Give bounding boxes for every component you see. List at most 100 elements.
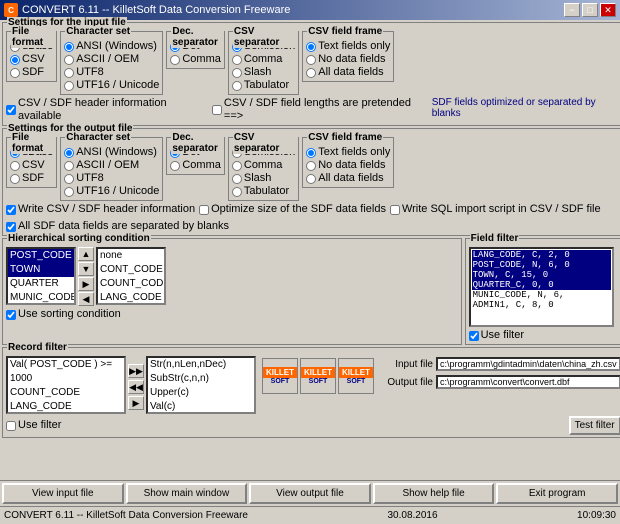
sort-list-item[interactable]: LANG_CODE [98, 291, 164, 305]
output-charset-utf16-radio[interactable] [64, 187, 74, 197]
output-charset-utf8-radio[interactable] [64, 174, 74, 184]
output-format-csv-radio[interactable] [10, 161, 20, 171]
output-sql-checkbox[interactable] [390, 205, 400, 215]
input-csvsep-tab-radio[interactable] [232, 81, 242, 91]
input-csvframe-text-radio[interactable] [306, 42, 316, 52]
output-header-checkbox[interactable] [6, 205, 16, 215]
use-record-filter-checkbox[interactable] [6, 421, 16, 431]
output-csvsep-tab-radio[interactable] [232, 187, 242, 197]
input-csvsep-slash-radio[interactable] [232, 68, 242, 78]
use-field-filter-text: Use filter [481, 329, 524, 342]
input-header-check-label[interactable]: CSV / SDF header information available [6, 97, 206, 123]
input-fieldlen-checkbox[interactable] [212, 105, 222, 115]
output-charset-label: Character set [65, 132, 131, 143]
use-sorting-checkbox[interactable] [6, 310, 16, 320]
status-bar: CONVERT 6.11 -- KilletSoft Data Conversi… [0, 506, 620, 524]
input-charset-utf16-label: UTF16 / Unicode [76, 79, 159, 92]
input-charset-utf8-radio[interactable] [64, 68, 74, 78]
input-format-sdf-radio[interactable] [10, 68, 20, 78]
record-filter-right-list[interactable]: Str(n,nLen,nDec) SubStr(c,n,n) Upper(c) … [146, 356, 256, 414]
output-csvsep-slash-radio[interactable] [232, 174, 242, 184]
field-filter-group: Field filter LANG_CODE, C, 2, 0 POST_COD… [465, 238, 620, 345]
close-button[interactable]: ✕ [600, 3, 616, 17]
sorting-label: Hierarchical sorting condition [7, 233, 151, 244]
output-csvsep-comma-radio[interactable] [232, 161, 242, 171]
output-file-value: c:\programm\convert\convert.dbf [436, 375, 620, 389]
input-decsep-label: Dec. separator [171, 26, 224, 48]
input-header-checkbox[interactable] [6, 105, 16, 115]
output-sql-check-label[interactable]: Write SQL import script in CSV / SDF fil… [390, 203, 601, 216]
record-filter-func-item[interactable]: Val(c) [148, 400, 254, 414]
input-charset-label: Character set [65, 26, 131, 37]
minimize-button[interactable]: − [564, 3, 580, 17]
output-csvframe-all-radio[interactable] [306, 174, 316, 184]
sorting-group: Hierarchical sorting condition POST_CODE… [2, 238, 462, 345]
sort-down-arrow[interactable]: ▼ [78, 262, 94, 276]
input-charset-utf16-radio[interactable] [64, 81, 74, 91]
sort-up-arrow[interactable]: ▲ [78, 247, 94, 261]
output-charset-ansi-radio[interactable] [64, 148, 74, 158]
output-csvsep-comma-label: Comma [244, 159, 283, 172]
sort-list-item[interactable]: CONT_CODE [98, 263, 164, 277]
input-csvframe-no-label: No data fields [318, 53, 385, 66]
sort-left-list[interactable]: POST_CODE TOWN QUARTER MUNIC_CODE [6, 247, 76, 305]
output-format-sdf-radio[interactable] [10, 174, 20, 184]
output-csvframe-all-label: All data fields [318, 172, 383, 185]
input-decsep-comma-radio[interactable] [170, 55, 180, 65]
output-decsep-group: Dec. separator Dot Comma [166, 137, 225, 175]
input-csvframe-no-radio[interactable] [306, 55, 316, 65]
input-csvframe-all-radio[interactable] [306, 68, 316, 78]
output-settings-group: Settings for the output file File format… [2, 128, 620, 236]
record-filter-left-list[interactable]: Val( POST_CODE ) >= 1000 COUNT_CODE LANG… [6, 356, 126, 414]
output-charset-ascii-radio[interactable] [64, 161, 74, 171]
record-filter-func-item[interactable]: Upper(c) [148, 386, 254, 400]
field-filter-content[interactable]: LANG_CODE, C, 2, 0 POST_CODE, N, 6, 0 TO… [469, 247, 614, 327]
record-filter-func-item[interactable]: SubStr(c,n,n) [148, 372, 254, 386]
output-csvframe-text-radio[interactable] [306, 148, 316, 158]
output-header-check-label[interactable]: Write CSV / SDF header information [6, 203, 195, 216]
output-allsdf-checkbox[interactable] [6, 222, 16, 232]
sort-left-arrow[interactable]: ◀ [78, 292, 94, 306]
input-csvframe-text-label: Text fields only [318, 40, 390, 53]
output-optimize-checkbox[interactable] [199, 205, 209, 215]
record-filter-item[interactable]: Val( POST_CODE ) >= 1000 [8, 358, 124, 386]
input-csvsep-tab-label: Tabulator [244, 79, 289, 92]
input-csvsep-comma-radio[interactable] [232, 55, 242, 65]
output-decsep-comma-radio[interactable] [170, 161, 180, 171]
sort-right-arrow[interactable]: ▶ [78, 277, 94, 291]
sort-list-item[interactable]: none [98, 249, 164, 263]
use-field-filter-checkbox[interactable] [469, 331, 479, 341]
sort-right-list[interactable]: none CONT_CODE COUNT_CODE LANG_CODE [96, 247, 166, 305]
output-charset-group: Character set ANSI (Windows) ASCII / OEM… [60, 137, 163, 201]
use-record-filter-label[interactable]: Use filter [6, 419, 61, 432]
use-filter-label[interactable]: Use filter [469, 329, 620, 342]
input-fieldlen-check-label[interactable]: CSV / SDF field lengths are pretended ==… [212, 97, 426, 123]
filter-left-arrow[interactable]: ◀◀ [128, 380, 144, 394]
output-csvframe-no-radio[interactable] [306, 161, 316, 171]
sort-list-item[interactable]: COUNT_CODE [98, 277, 164, 291]
output-file-format-label: File format [11, 132, 56, 154]
output-csvframe-no-label: No data fields [318, 159, 385, 172]
output-optimize-check-label[interactable]: Optimize size of the SDF data fields [199, 203, 386, 216]
record-filter-func-item[interactable]: Str(n,nLen,nDec) [148, 358, 254, 372]
output-optimize-text: Optimize size of the SDF data fields [211, 203, 386, 216]
sort-list-item[interactable]: QUARTER [8, 277, 74, 291]
output-decsep-comma-label: Comma [182, 159, 221, 172]
sort-list-item[interactable]: TOWN [8, 263, 74, 277]
filter-right-arrow[interactable]: ▶▶ [128, 364, 144, 378]
filter-single-arrow[interactable]: ▶ [128, 396, 144, 410]
input-charset-ansi-radio[interactable] [64, 42, 74, 52]
input-charset-ascii-radio[interactable] [64, 55, 74, 65]
record-filter-item[interactable]: COUNT_CODE [8, 386, 124, 400]
input-format-csv-radio[interactable] [10, 55, 20, 65]
record-filter-item[interactable]: LANG_CODE [8, 400, 124, 414]
output-format-sdf-label: SDF [22, 172, 44, 185]
output-csvsep-label: CSV separator [233, 132, 298, 154]
sort-list-item[interactable]: MUNIC_CODE [8, 291, 74, 305]
use-sorting-label[interactable]: Use sorting condition [6, 308, 458, 321]
maximize-button[interactable]: □ [582, 3, 598, 17]
sort-list-item[interactable]: POST_CODE [8, 249, 74, 263]
test-filter-button[interactable]: Test filter [569, 416, 620, 435]
logo-2: KILLET SOFT [300, 358, 336, 394]
output-allsdf-check-label[interactable]: All SDF data fields are separated by bla… [6, 220, 229, 233]
